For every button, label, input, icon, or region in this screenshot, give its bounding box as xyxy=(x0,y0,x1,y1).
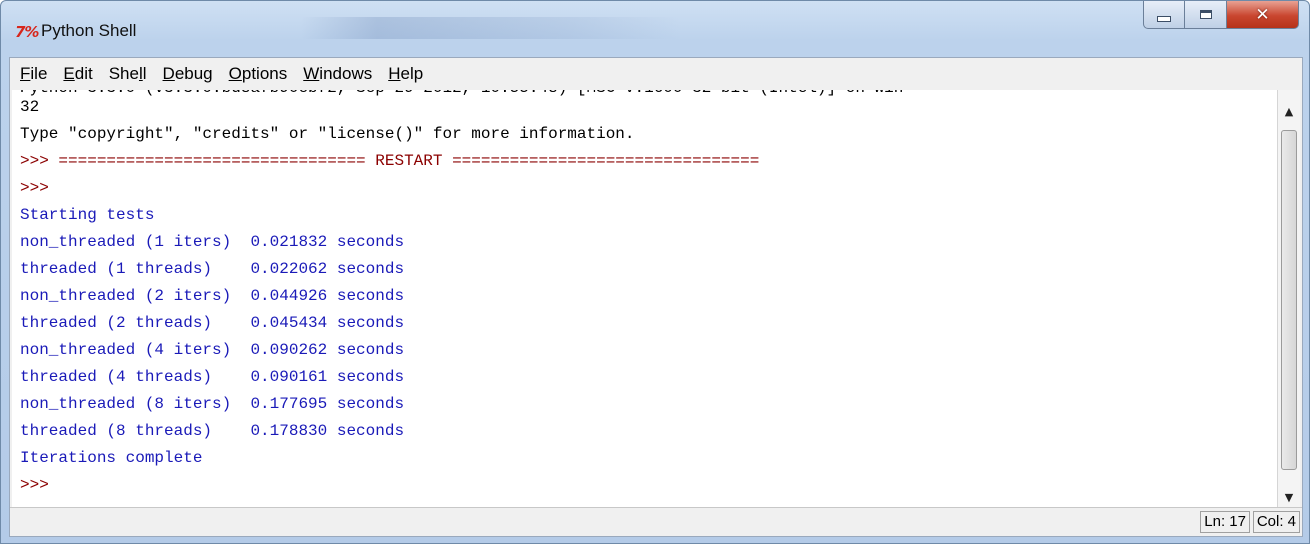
menu-file[interactable]: File xyxy=(18,64,49,84)
maximize-icon xyxy=(1199,10,1212,19)
menu-debug[interactable]: Debug xyxy=(161,64,215,84)
window-controls: ✕ xyxy=(1143,1,1299,31)
menu-file-label: ile xyxy=(30,64,48,83)
python-app-icon: 7% xyxy=(15,23,39,41)
line-number-indicator: Ln: 17 xyxy=(1200,511,1250,533)
menu-help-accel: H xyxy=(388,64,401,83)
scrollbar-thumb[interactable] xyxy=(1281,130,1297,470)
shell-restart-line: >>> ================================ RES… xyxy=(20,152,760,170)
shell-output-line: non_threaded (2 iters) 0.044926 seconds xyxy=(20,287,405,305)
shell-output-line: threaded (4 threads) 0.090161 seconds xyxy=(20,368,405,386)
shell-line: 32 xyxy=(20,98,40,116)
menu-debug-accel: D xyxy=(162,64,175,83)
window-title: Python Shell xyxy=(41,21,137,40)
shell-output-line: non_threaded (4 iters) 0.090262 seconds xyxy=(20,341,405,359)
menu-options[interactable]: Options xyxy=(227,64,290,84)
scroll-down-arrow-icon[interactable]: ▼ xyxy=(1278,486,1300,508)
shell-client-area: File Edit Shell Debug Options Windows He… xyxy=(9,57,1303,537)
shell-line: Type "copyright", "credits" or "license(… xyxy=(20,125,635,143)
shell-prompt: >>> xyxy=(20,179,49,197)
menu-shell[interactable]: Shell xyxy=(107,64,149,84)
scroll-up-arrow-icon[interactable]: ▲ xyxy=(1278,100,1300,122)
menu-debug-label: ebug xyxy=(174,64,213,83)
menu-windows-accel: W xyxy=(303,64,320,83)
menu-windows-label: indows xyxy=(319,64,373,83)
minimize-button[interactable] xyxy=(1143,1,1185,29)
close-icon: ✕ xyxy=(1255,4,1270,25)
status-bar: Ln: 17 Col: 4 xyxy=(10,507,1302,536)
close-button[interactable]: ✕ xyxy=(1227,1,1299,29)
menu-edit-label: dit xyxy=(74,64,93,83)
shell-line-partial: Python 3.3.0 (v3.3.0:bd8afb90ebf2, Sep 2… xyxy=(20,90,903,102)
menu-options-label: ptions xyxy=(241,64,288,83)
shell-text-area[interactable]: Python 3.3.0 (v3.3.0:bd8afb90ebf2, Sep 2… xyxy=(12,90,1278,510)
menu-help-label: elp xyxy=(400,64,424,83)
shell-output-line: non_threaded (1 iters) 0.021832 seconds xyxy=(20,233,405,251)
menu-help[interactable]: Help xyxy=(386,64,425,84)
shell-output-line: non_threaded (8 iters) 0.177695 seconds xyxy=(20,395,405,413)
blurred-background-title xyxy=(301,17,681,39)
maximize-button[interactable] xyxy=(1185,1,1227,29)
shell-output-line: threaded (1 threads) 0.022062 seconds xyxy=(20,260,405,278)
shell-output-line: Starting tests xyxy=(20,206,155,224)
minimize-icon xyxy=(1157,15,1171,22)
column-number-indicator: Col: 4 xyxy=(1252,511,1300,533)
shell-output-line: threaded (2 threads) 0.045434 seconds xyxy=(20,314,405,332)
shell-prompt: >>> xyxy=(20,476,49,494)
menu-bar: File Edit Shell Debug Options Windows He… xyxy=(10,58,1302,90)
menu-shell-prefix: She xyxy=(108,64,139,83)
menu-windows[interactable]: Windows xyxy=(301,64,374,84)
title-bar[interactable]: 7% Python Shell ✕ xyxy=(1,1,1309,57)
shell-output-line: threaded (8 threads) 0.178830 seconds xyxy=(20,422,405,440)
menu-shell-label: l xyxy=(142,64,147,83)
menu-options-accel: O xyxy=(228,64,242,83)
menu-file-accel: F xyxy=(20,64,31,83)
menu-edit[interactable]: Edit xyxy=(61,64,94,84)
menu-edit-accel: E xyxy=(63,64,75,83)
python-shell-window: 7% Python Shell ✕ File Edit Shell Debug … xyxy=(0,0,1310,544)
shell-output-line: Iterations complete xyxy=(20,449,203,467)
vertical-scrollbar[interactable]: ▲ ▼ xyxy=(1277,90,1300,510)
